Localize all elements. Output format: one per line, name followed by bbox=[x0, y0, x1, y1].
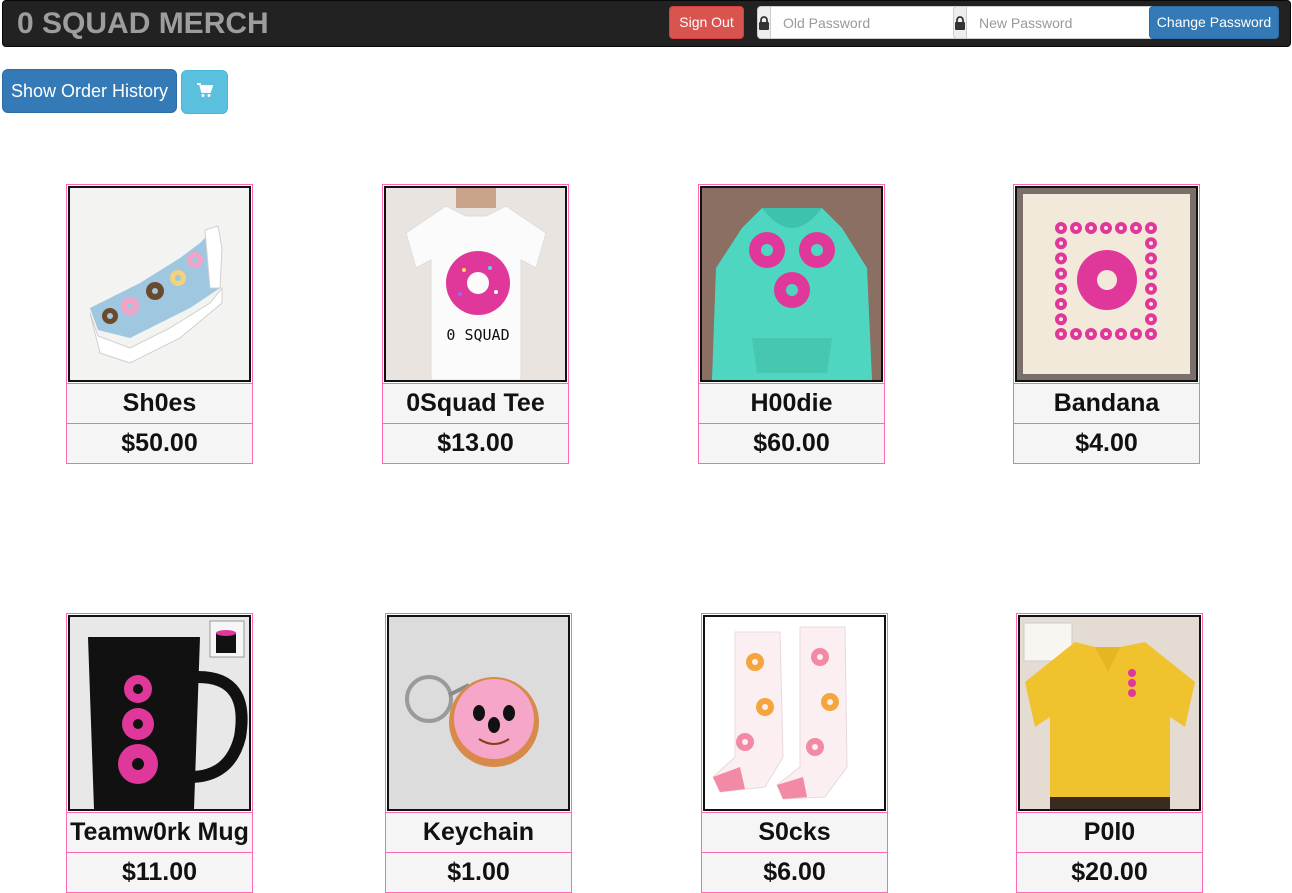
product-name: Keychain bbox=[385, 813, 572, 853]
product-image-frame[interactable] bbox=[1013, 184, 1200, 384]
bandana-donut-hole bbox=[1119, 332, 1123, 336]
bandana-donut-hole bbox=[1134, 226, 1138, 230]
new-password-group bbox=[953, 6, 1173, 39]
bandana-donut-hole bbox=[1149, 317, 1153, 322]
product-price: $1.00 bbox=[385, 853, 572, 893]
lock-icon bbox=[953, 6, 967, 39]
bandana-donut-hole bbox=[1149, 302, 1153, 306]
product-image-frame[interactable] bbox=[385, 613, 572, 813]
product-name: Teamw0rk Mug bbox=[66, 813, 253, 853]
product-image-frame[interactable] bbox=[66, 613, 253, 813]
tshirt-image: 0 SQUAD bbox=[384, 186, 567, 382]
product-image-frame[interactable] bbox=[698, 184, 885, 384]
bandana-donut-hole bbox=[1059, 332, 1063, 336]
product-name: P0l0 bbox=[1016, 813, 1203, 853]
old-password-group bbox=[757, 6, 977, 39]
bandana-donut-hole bbox=[1134, 332, 1138, 336]
mug-image bbox=[68, 615, 251, 811]
tee-print-text: 0 SQUAD bbox=[446, 326, 509, 344]
show-order-history-button[interactable]: Show Order History bbox=[2, 69, 177, 113]
polo-image bbox=[1018, 615, 1201, 811]
bandana-donut-hole bbox=[1059, 317, 1063, 322]
bandana-image bbox=[1015, 186, 1198, 382]
brand-title[interactable]: 0 SQUAD MERCH bbox=[17, 7, 269, 41]
sign-out-button[interactable]: Sign Out bbox=[669, 6, 744, 39]
bandana-donut-hole bbox=[1149, 271, 1153, 276]
bandana-donut-hole bbox=[1119, 226, 1123, 230]
bandana-donut-hole bbox=[1074, 332, 1078, 336]
product-name: Sh0es bbox=[66, 384, 253, 424]
product-name: 0Squad Tee bbox=[382, 384, 569, 424]
product-card[interactable]: H00die $60.00 bbox=[698, 184, 885, 464]
bandana-donut-hole bbox=[1149, 332, 1153, 336]
bandana-donut-hole bbox=[1059, 302, 1063, 306]
product-price: $13.00 bbox=[382, 424, 569, 464]
product-image-frame[interactable] bbox=[1016, 613, 1203, 813]
cart-button[interactable] bbox=[181, 70, 228, 114]
bandana-donut-hole bbox=[1149, 286, 1153, 291]
product-card[interactable]: S0cks $6.00 bbox=[701, 613, 888, 893]
bandana-donut-hole bbox=[1059, 286, 1063, 291]
shopping-cart-icon bbox=[196, 83, 213, 101]
product-price: $50.00 bbox=[66, 424, 253, 464]
product-image-frame[interactable] bbox=[66, 184, 253, 384]
bandana-donut-hole bbox=[1074, 226, 1078, 230]
top-navbar: 0 SQUAD MERCH Sign Out Change Password bbox=[2, 0, 1291, 47]
bandana-donut-hole bbox=[1149, 256, 1153, 261]
product-price: $11.00 bbox=[66, 853, 253, 893]
bandana-donut-hole bbox=[1104, 332, 1108, 336]
product-card[interactable]: Sh0es $50.00 bbox=[66, 184, 253, 464]
change-password-button[interactable]: Change Password bbox=[1149, 6, 1279, 39]
product-card[interactable]: 0 SQUAD 0Squad Tee $13.00 bbox=[382, 184, 569, 464]
product-price: $20.00 bbox=[1016, 853, 1203, 893]
product-name: Bandana bbox=[1013, 384, 1200, 424]
product-name: S0cks bbox=[701, 813, 888, 853]
bandana-donut-hole bbox=[1059, 256, 1063, 261]
keychain-image bbox=[387, 615, 570, 811]
new-password-field[interactable] bbox=[967, 6, 1173, 39]
bandana-donut-hole bbox=[1059, 241, 1063, 246]
bandana-donut-hole bbox=[1059, 271, 1063, 276]
hoodie-image bbox=[700, 186, 883, 382]
product-image-frame[interactable] bbox=[701, 613, 888, 813]
shoe-image bbox=[68, 186, 251, 382]
bandana-donut-hole bbox=[1149, 241, 1153, 246]
product-price: $6.00 bbox=[701, 853, 888, 893]
bandana-donut-hole bbox=[1089, 226, 1093, 230]
bandana-donut-hole bbox=[1089, 332, 1093, 336]
product-image-frame[interactable]: 0 SQUAD bbox=[382, 184, 569, 384]
socks-image bbox=[703, 615, 886, 811]
product-card[interactable]: Keychain $1.00 bbox=[385, 613, 572, 893]
lock-icon bbox=[757, 6, 771, 39]
product-card[interactable]: P0l0 $20.00 bbox=[1016, 613, 1203, 893]
bandana-donut-hole bbox=[1104, 226, 1108, 230]
bandana-donut-hole bbox=[1059, 226, 1063, 230]
product-price: $4.00 bbox=[1013, 424, 1200, 464]
product-card[interactable]: Teamw0rk Mug $11.00 bbox=[66, 613, 253, 893]
product-price: $60.00 bbox=[698, 424, 885, 464]
bandana-donut-hole bbox=[1149, 226, 1153, 230]
product-card[interactable]: Bandana $4.00 bbox=[1013, 184, 1200, 464]
product-name: H00die bbox=[698, 384, 885, 424]
old-password-field[interactable] bbox=[771, 6, 977, 39]
